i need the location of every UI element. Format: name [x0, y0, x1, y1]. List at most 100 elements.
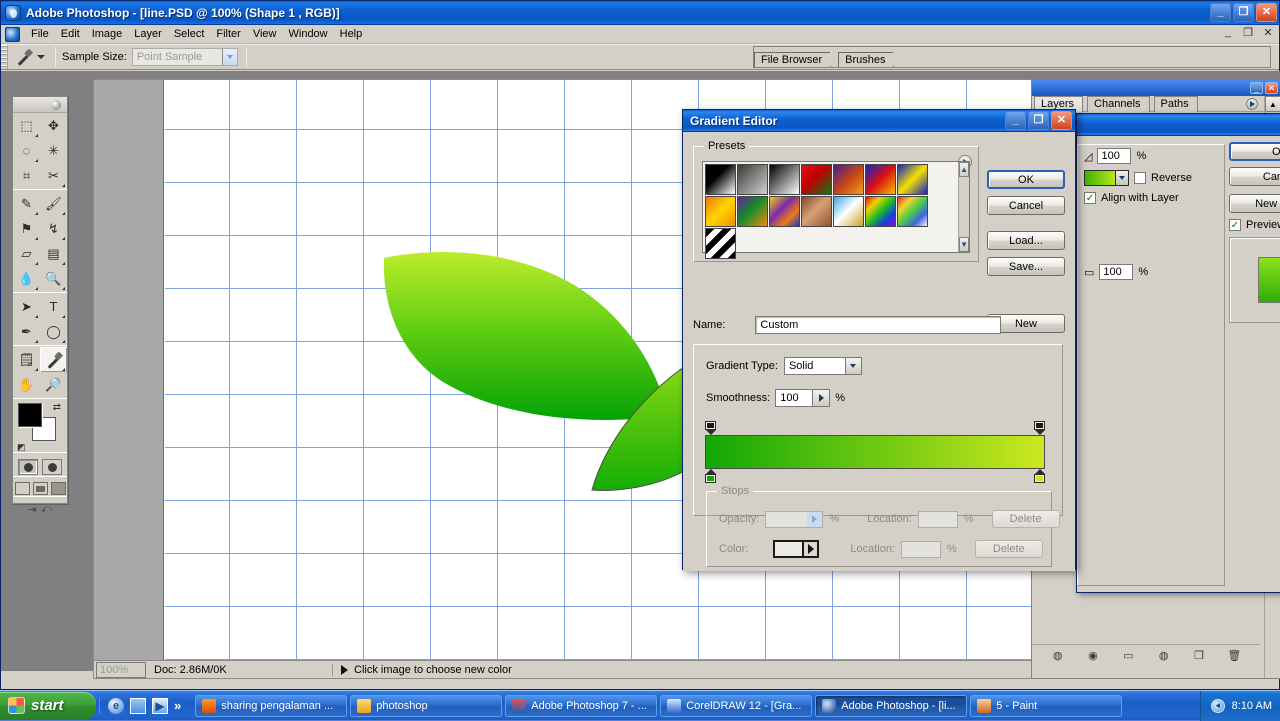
toolbox-header[interactable]: [13, 97, 67, 113]
reverse-checkbox[interactable]: [1134, 172, 1146, 184]
layers-close-button[interactable]: ✕: [1265, 82, 1278, 94]
quick-mask-icon[interactable]: [42, 459, 62, 475]
preset-violet-green-orange[interactable]: [737, 196, 768, 227]
layer-style-icon[interactable]: ◍: [1050, 649, 1066, 663]
delete-layer-icon[interactable]: 🗑: [1226, 649, 1242, 663]
preset-black-white[interactable]: [769, 164, 800, 195]
jump-to-imageready-icon[interactable]: ⇥: [28, 503, 37, 516]
magic-wand-tool[interactable]: ✳: [40, 138, 67, 163]
preset-blue-red-yellow[interactable]: [865, 164, 896, 195]
gradient-tool[interactable]: ▤: [40, 241, 67, 266]
menu-help[interactable]: Help: [334, 26, 369, 42]
taskbar-item[interactable]: CorelDRAW 12 - [Gra...: [660, 694, 813, 717]
new-style-button[interactable]: New Style: [1229, 194, 1280, 213]
preview-checkbox[interactable]: ✓: [1229, 219, 1241, 231]
scroll-up-icon[interactable]: ▲: [959, 162, 969, 177]
type-tool[interactable]: T: [40, 294, 67, 319]
pen-tool[interactable]: ✒: [13, 319, 40, 344]
chevron-down-icon[interactable]: [845, 357, 862, 375]
full-screen-menubar-icon[interactable]: [32, 482, 48, 495]
layers-minimize-button[interactable]: _: [1250, 82, 1263, 94]
clone-stamp-tool[interactable]: ⚑: [13, 216, 40, 241]
opacity-stop-right[interactable]: [1034, 421, 1047, 435]
marquee-tool[interactable]: ⬚: [13, 113, 40, 138]
standard-screen-icon[interactable]: [14, 482, 30, 495]
new-layer-icon[interactable]: ❐: [1191, 649, 1207, 663]
close-button[interactable]: ✕: [1256, 3, 1277, 22]
ge-minimize-button[interactable]: _: [1005, 111, 1026, 130]
move-tool[interactable]: ✥: [40, 113, 67, 138]
status-menu-icon[interactable]: [341, 664, 348, 675]
chevron-right-icon[interactable]: »: [174, 698, 181, 713]
eraser-tool[interactable]: ▱: [13, 241, 40, 266]
menu-image[interactable]: Image: [86, 26, 129, 42]
smoothness-slider-icon[interactable]: [813, 389, 831, 407]
preset-foreground-to-background[interactable]: [705, 164, 736, 195]
options-bar-grip[interactable]: [1, 44, 8, 69]
ge-restore-button[interactable]: ❐: [1028, 111, 1049, 130]
layer-style-cancel-button[interactable]: Cancel: [1229, 167, 1280, 186]
menu-filter[interactable]: Filter: [210, 26, 246, 42]
layer-mask-icon[interactable]: ◉: [1085, 649, 1101, 663]
preset-transparent-stripes[interactable]: [705, 228, 736, 259]
media-player-icon[interactable]: ▶: [152, 697, 168, 714]
menu-file[interactable]: File: [25, 26, 55, 42]
adjustment-layer-icon[interactable]: ◍: [1156, 649, 1172, 663]
menu-select[interactable]: Select: [168, 26, 211, 42]
new-group-icon[interactable]: ▭: [1120, 649, 1136, 663]
tool-preset-picker[interactable]: [8, 47, 49, 67]
slice-tool[interactable]: ✂: [40, 163, 67, 188]
crop-tool[interactable]: ⌗: [13, 163, 40, 188]
full-screen-icon[interactable]: [50, 482, 66, 495]
scale-field[interactable]: 100: [1099, 264, 1134, 280]
preset-red-green[interactable]: [801, 164, 832, 195]
show-desktop-icon[interactable]: [130, 697, 146, 714]
zoom-level-field[interactable]: 100%: [96, 661, 146, 678]
scroll-up-icon[interactable]: ▲: [1265, 96, 1280, 112]
blur-tool[interactable]: 💧: [13, 266, 40, 291]
hand-tool[interactable]: ✋: [13, 372, 40, 397]
eyedropper-tool[interactable]: [40, 347, 67, 372]
color-stop-right[interactable]: [1034, 469, 1047, 483]
mdi-close-button[interactable]: ✕: [1261, 26, 1275, 39]
ge-close-button[interactable]: ✕: [1051, 111, 1072, 130]
color-stop-left[interactable]: [705, 469, 718, 483]
ie-icon[interactable]: e: [108, 697, 124, 714]
opacity-field[interactable]: 100: [1097, 148, 1132, 164]
paintbrush-tool[interactable]: 🖌: [40, 191, 67, 216]
preset-yellow-violet-orange-blue[interactable]: [769, 196, 800, 227]
mdi-minimize-button[interactable]: _: [1221, 26, 1235, 39]
menu-window[interactable]: Window: [283, 26, 334, 42]
zoom-tool[interactable]: 🔎: [40, 372, 67, 397]
preset-foreground-to-transparent[interactable]: [737, 164, 768, 195]
ellipse-shape-tool[interactable]: ◯: [40, 319, 67, 344]
path-selection-tool[interactable]: ➤: [13, 294, 40, 319]
standard-mask-icon[interactable]: [18, 459, 38, 475]
foreground-color-swatch[interactable]: [18, 403, 42, 427]
tab-paths[interactable]: Paths: [1153, 96, 1198, 112]
preset-spectrum[interactable]: [865, 196, 896, 227]
menu-layer[interactable]: Layer: [128, 26, 168, 42]
jump-to-second-icon[interactable]: ⤺: [41, 503, 53, 516]
taskbar-item[interactable]: Adobe Photoshop - [li...: [815, 694, 968, 717]
gradient-preview-bar[interactable]: [705, 435, 1045, 469]
mdi-restore-button[interactable]: ❐: [1241, 26, 1255, 39]
load-button[interactable]: Load...: [987, 231, 1065, 250]
save-button[interactable]: Save...: [987, 257, 1065, 276]
dodge-tool[interactable]: 🔍: [40, 266, 67, 291]
layer-style-ok-button[interactable]: OK: [1229, 142, 1280, 161]
presets-scrollbar[interactable]: ▲ ▼: [958, 162, 969, 252]
tab-brushes[interactable]: Brushes: [838, 52, 902, 67]
opacity-stop-left[interactable]: [705, 421, 718, 435]
lasso-tool[interactable]: ◌: [13, 138, 40, 163]
ok-button[interactable]: OK: [987, 170, 1065, 189]
gradient-swatch-picker[interactable]: [1084, 170, 1129, 186]
tab-channels[interactable]: Channels: [1087, 96, 1150, 112]
color-stop-swatch[interactable]: [773, 540, 820, 558]
menu-view[interactable]: View: [247, 26, 283, 42]
volume-icon[interactable]: ◂: [1210, 698, 1225, 713]
taskbar-item[interactable]: Adobe Photoshop 7 - ...: [505, 694, 658, 717]
preset-chrome[interactable]: [833, 196, 864, 227]
taskbar-item[interactable]: 5 - Paint: [970, 694, 1123, 717]
minimize-button[interactable]: _: [1210, 3, 1231, 22]
